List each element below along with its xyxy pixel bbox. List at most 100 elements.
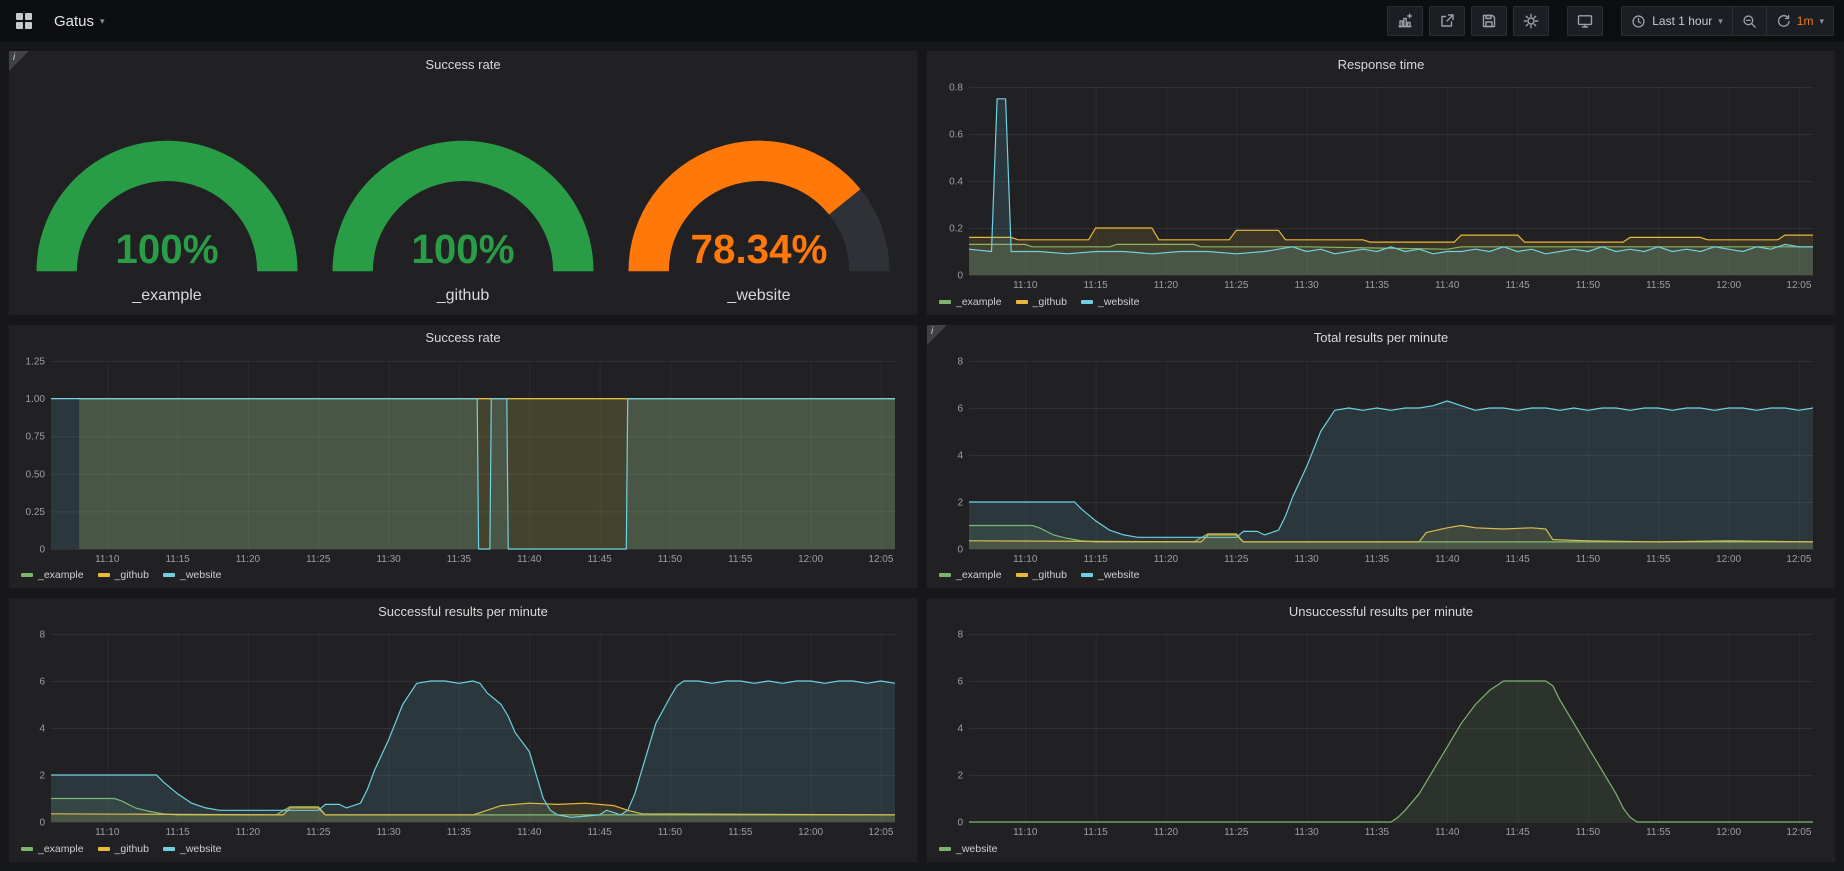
settings-button[interactable] xyxy=(1513,6,1549,36)
y-axis-tick-label: 0 xyxy=(39,818,45,829)
dashboard-title: Gatus xyxy=(54,13,94,30)
y-axis-tick-label: 0 xyxy=(957,271,963,282)
x-axis-tick-label: 11:40 xyxy=(1435,280,1460,291)
panel-header[interactable]: Unsuccessful results per minute xyxy=(927,598,1835,624)
gauge: 100%_example xyxy=(19,81,315,313)
x-axis-tick-label: 11:15 xyxy=(165,554,190,565)
total-results-chart[interactable]: 11:1011:1511:2011:2511:3011:3511:4011:45… xyxy=(933,351,1829,567)
panel-title: Unsuccessful results per minute xyxy=(1289,604,1473,619)
x-axis-tick-label: 12:05 xyxy=(1786,827,1811,838)
response-time-chart[interactable]: 11:1011:1511:2011:2511:3011:3511:4011:45… xyxy=(933,77,1829,293)
chevron-down-icon: ▾ xyxy=(1718,16,1723,27)
legend-item[interactable]: _example xyxy=(939,296,1002,308)
y-axis-tick-label: 0 xyxy=(957,818,963,829)
chart-legend: _example _github _website xyxy=(927,566,1835,588)
legend-series-swatch xyxy=(163,573,175,577)
time-range-label: Last 1 hour xyxy=(1652,14,1712,28)
gauge-value: 100% xyxy=(115,226,218,272)
legend-series-name: _website xyxy=(1098,296,1139,308)
x-axis-tick-label: 11:10 xyxy=(1013,827,1038,838)
legend-series-name: _github xyxy=(115,569,149,581)
legend-item[interactable]: _website xyxy=(939,843,997,855)
x-axis-tick-label: 11:10 xyxy=(1013,280,1038,291)
refresh-button[interactable]: 1m ▾ xyxy=(1766,6,1834,36)
x-axis-tick-label: 11:10 xyxy=(95,554,120,565)
x-axis-tick-label: 11:50 xyxy=(658,554,683,565)
legend-item[interactable]: _github xyxy=(98,569,149,581)
legend-item[interactable]: _website xyxy=(1081,569,1139,581)
zoom-out-button[interactable] xyxy=(1732,6,1767,36)
panel-header[interactable]: Success rate xyxy=(9,325,917,351)
legend-series-swatch xyxy=(163,847,175,851)
y-axis-tick-label: 2 xyxy=(957,771,963,782)
series-line xyxy=(969,681,1813,822)
x-axis-tick-label: 12:00 xyxy=(798,554,823,565)
legend-series-name: _website xyxy=(180,569,221,581)
panel-unsuccessful-results: Unsuccessful results per minute 11:10 11:… xyxy=(926,597,1836,863)
refresh-interval-label: 1m xyxy=(1797,14,1814,28)
x-axis-tick-label: 11:20 xyxy=(236,554,261,565)
x-axis-tick-label: 11:45 xyxy=(1505,554,1530,565)
legend-series-name: _example xyxy=(956,296,1002,308)
share-button[interactable] xyxy=(1429,6,1465,36)
save-button[interactable] xyxy=(1471,6,1507,36)
chart-canvas: 11:1011:1511:2011:2511:3011:3511:4011:45… xyxy=(15,351,911,567)
panel-response-time: Response time 11:1011:1511:2011:2511:301… xyxy=(926,50,1836,316)
legend-series-swatch xyxy=(21,573,33,577)
add-panel-button[interactable] xyxy=(1387,6,1423,36)
legend-series-swatch xyxy=(939,847,951,851)
panel-title: Response time xyxy=(1338,57,1425,72)
x-axis-tick-label: 11:40 xyxy=(1435,827,1460,838)
grafana-menu-button[interactable] xyxy=(10,7,38,35)
legend-item[interactable]: _website xyxy=(163,569,221,581)
legend-item[interactable]: _website xyxy=(1081,296,1139,308)
y-axis-tick-label: 1.25 xyxy=(26,356,46,367)
cycle-view-button[interactable] xyxy=(1567,6,1603,36)
legend-item[interactable]: _example xyxy=(21,569,84,581)
panel-header[interactable]: Response time xyxy=(927,51,1835,77)
x-axis-tick-label: 11:25 xyxy=(1224,827,1249,838)
x-axis-tick-label: 11:20 xyxy=(236,827,261,838)
time-range-button[interactable]: Last 1 hour ▾ xyxy=(1621,6,1733,36)
panel-info-icon[interactable]: i xyxy=(927,325,947,345)
successful-results-chart[interactable]: 11:1011:1511:2011:2511:3011:3511:4011:45… xyxy=(15,624,911,840)
panel-header[interactable]: Success rate xyxy=(9,51,917,77)
legend-item[interactable]: _github xyxy=(1016,569,1067,581)
panel-info-icon[interactable]: i xyxy=(9,51,29,71)
x-axis-tick-label: 11:55 xyxy=(1646,554,1671,565)
legend-series-name: _website xyxy=(180,843,221,855)
x-axis-tick-label: 11:30 xyxy=(1294,827,1319,838)
panel-header[interactable]: Successful results per minute xyxy=(9,598,917,624)
legend-series-swatch xyxy=(21,847,33,851)
gauge: 100%_github xyxy=(315,81,611,313)
legend-item[interactable]: _website xyxy=(163,843,221,855)
chart-canvas: 11:1011:1511:2011:2511:3011:3511:4011:45… xyxy=(15,624,911,840)
x-axis-tick-label: 12:00 xyxy=(798,827,823,838)
x-axis-tick-label: 11:30 xyxy=(376,554,401,565)
x-axis-tick-label: 12:00 xyxy=(1716,827,1741,838)
dashboard-title-button[interactable]: Gatus ▾ xyxy=(48,9,111,34)
x-axis-tick-label: 11:35 xyxy=(1365,280,1390,291)
x-axis-tick-label: 11:50 xyxy=(1576,554,1601,565)
x-axis-tick-label: 11:25 xyxy=(306,827,331,838)
y-axis-tick-label: 0.8 xyxy=(949,83,963,94)
legend-item[interactable]: _github xyxy=(98,843,149,855)
gauge-value: 100% xyxy=(411,226,514,272)
success-rate-chart[interactable]: 11:1011:1511:2011:2511:3011:3511:4011:45… xyxy=(15,351,911,567)
legend-series-swatch xyxy=(1016,573,1028,577)
x-axis-tick-label: 11:35 xyxy=(447,554,472,565)
legend-item[interactable]: _example xyxy=(21,843,84,855)
series-area xyxy=(969,681,1813,822)
legend-item[interactable]: _github xyxy=(1016,296,1067,308)
x-axis-tick-label: 11:40 xyxy=(517,827,542,838)
unsuccessful-results-chart[interactable]: 11:1011:1511:2011:2511:3011:3511:4011:45… xyxy=(933,624,1829,840)
save-icon xyxy=(1481,13,1497,29)
series-area xyxy=(969,401,1813,549)
x-axis-tick-label: 12:00 xyxy=(1716,554,1741,565)
legend-series-name: _example xyxy=(38,843,84,855)
legend-item[interactable]: _example xyxy=(939,569,1002,581)
y-axis-tick-label: 0.4 xyxy=(949,177,963,188)
panel-header[interactable]: Total results per minute xyxy=(927,325,1835,351)
panel-successful-results: Successful results per minute 11:1011:15… xyxy=(8,597,918,863)
x-axis-tick-label: 11:45 xyxy=(587,827,612,838)
